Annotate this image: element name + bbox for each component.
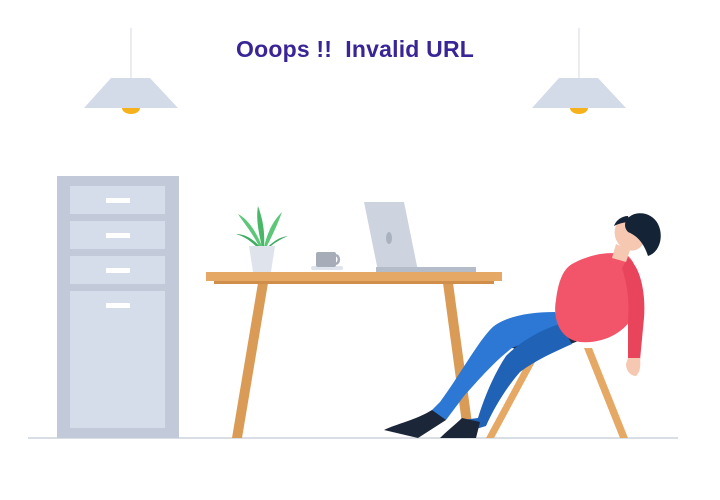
desk-icon — [206, 272, 502, 438]
plant-icon — [236, 206, 288, 272]
laptop-icon — [364, 202, 476, 272]
ceiling-lamp-icon — [532, 28, 626, 114]
person-icon — [384, 213, 661, 438]
error-page: Ooops !! Invalid URL — [0, 0, 720, 500]
filing-cabinet-icon — [57, 176, 179, 438]
coffee-cup-icon — [311, 252, 343, 270]
ceiling-lamp-icon — [84, 28, 178, 114]
illustration — [28, 28, 678, 439]
